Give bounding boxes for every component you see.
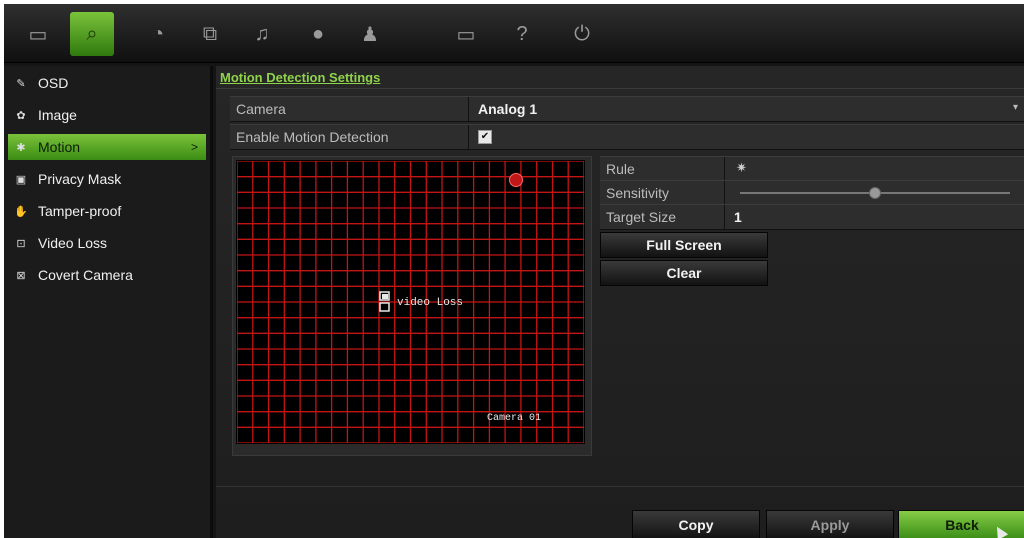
sidebar-item-osd[interactable]: ✎ OSD — [8, 70, 206, 96]
row-divider — [468, 97, 469, 121]
device-icon[interactable]: ● — [296, 12, 340, 56]
clock-icon[interactable]: ◔ — [136, 12, 180, 56]
footer-divider — [216, 486, 1024, 487]
sidebar-item-tamper-proof[interactable]: ✋ Tamper-proof — [8, 198, 206, 224]
clear-button[interactable]: Clear — [600, 260, 768, 286]
power-icon[interactable]: ⏻ — [560, 12, 604, 56]
sidebar-item-image[interactable]: ✿ Image — [8, 102, 206, 128]
rule-gear-icon[interactable]: ✷ — [736, 160, 747, 176]
user-icon[interactable]: ♟ — [348, 12, 392, 56]
rule-row: Rule ✷ — [600, 156, 1024, 182]
rule-label: Rule — [606, 161, 635, 177]
enable-motion-checkbox[interactable]: ✔ — [478, 130, 492, 144]
row-divider — [468, 125, 469, 149]
content-panel: Motion Detection Settings Camera Analog … — [216, 66, 1024, 538]
sensitivity-label: Sensitivity — [606, 185, 670, 201]
tamper-icon: ✋ — [14, 205, 28, 218]
row-divider — [724, 181, 725, 205]
title-divider — [216, 88, 1024, 89]
sidebar-item-label: OSD — [38, 75, 69, 91]
motion-alarm-icon — [509, 173, 523, 187]
network-icon[interactable]: ⧉ — [188, 12, 232, 56]
sidebar-item-video-loss[interactable]: ⊡ Video Loss — [8, 230, 206, 256]
sidebar-item-label: Covert Camera — [38, 267, 133, 283]
camera-setup-icon[interactable]: ⌕ — [70, 12, 114, 56]
app-window: ▭ ⌕ ◔ ⧉ ♫ ● ♟ ▭? ⏻ ✎ OSD ✿ Image ✱ Motion > ▣ Privacy Ma… — [4, 4, 1024, 538]
page-title: Motion Detection Settings — [220, 70, 381, 85]
sidebar-item-motion[interactable]: ✱ Motion > — [8, 134, 206, 160]
alarm-bell-icon[interactable]: ♫ — [240, 12, 284, 56]
sensitivity-row: Sensitivity — [600, 180, 1024, 206]
enable-motion-row: Enable Motion Detection ✔ — [230, 124, 1024, 150]
camera-row: Camera Analog 1 ▾ — [230, 96, 1024, 122]
chevron-right-icon: > — [190, 140, 198, 154]
sidebar-item-covert-camera[interactable]: ⊠ Covert Camera — [8, 262, 206, 288]
sidebar-item-label: Tamper-proof — [38, 203, 122, 219]
chevron-down-icon[interactable]: ▾ — [1013, 102, 1018, 113]
full-screen-button[interactable]: Full Screen — [600, 232, 768, 258]
motion-area-preview[interactable]: video Loss Camera 01 — [236, 160, 585, 444]
sidebar-item-label: Privacy Mask — [38, 171, 122, 187]
privacy-mask-icon: ▣ — [15, 173, 27, 186]
target-size-value[interactable]: 1 — [734, 209, 742, 225]
camera-name-osd-text: Camera 01 — [487, 413, 542, 424]
video-loss-osd-text: video Loss — [397, 297, 464, 309]
video-loss-icon: ⊡ — [16, 237, 26, 250]
sidebar-item-privacy-mask[interactable]: ▣ Privacy Mask — [8, 166, 206, 192]
target-size-row: Target Size 1 — [600, 204, 1024, 230]
row-divider — [724, 157, 725, 181]
osd-icon: ✎ — [16, 77, 26, 90]
sidebar-item-label: Motion — [38, 139, 81, 155]
help-icon[interactable]: ? — [500, 12, 544, 56]
covert-camera-icon: ⊠ — [16, 269, 26, 282]
top-menu-bar: ▭ ⌕ ◔ ⧉ ♫ ● ♟ ▭? ⏻ — [4, 4, 1024, 63]
camera-select[interactable]: Analog 1 — [478, 101, 537, 117]
row-divider — [724, 205, 725, 229]
copy-button[interactable]: Copy — [632, 510, 760, 538]
enable-motion-label: Enable Motion Detection — [236, 129, 389, 145]
apply-button[interactable]: Apply — [766, 510, 894, 538]
target-size-label: Target Size — [606, 209, 677, 225]
video-loss-icon — [379, 291, 390, 312]
motion-icon: ✱ — [16, 141, 26, 154]
sidebar-item-label: Video Loss — [38, 235, 108, 251]
camera-label: Camera — [236, 101, 286, 117]
sensitivity-slider-handle[interactable] — [869, 187, 881, 199]
storage-icon[interactable]: ▭ — [444, 12, 488, 56]
display-icon[interactable]: ▭ — [16, 12, 60, 56]
sidebar-item-label: Image — [38, 107, 77, 123]
preview-frame: video Loss Camera 01 — [232, 156, 592, 456]
sidebar: ✎ OSD ✿ Image ✱ Motion > ▣ Privacy Mask ✋ Tamper-p… — [4, 66, 213, 538]
image-icon: ✿ — [16, 109, 26, 122]
